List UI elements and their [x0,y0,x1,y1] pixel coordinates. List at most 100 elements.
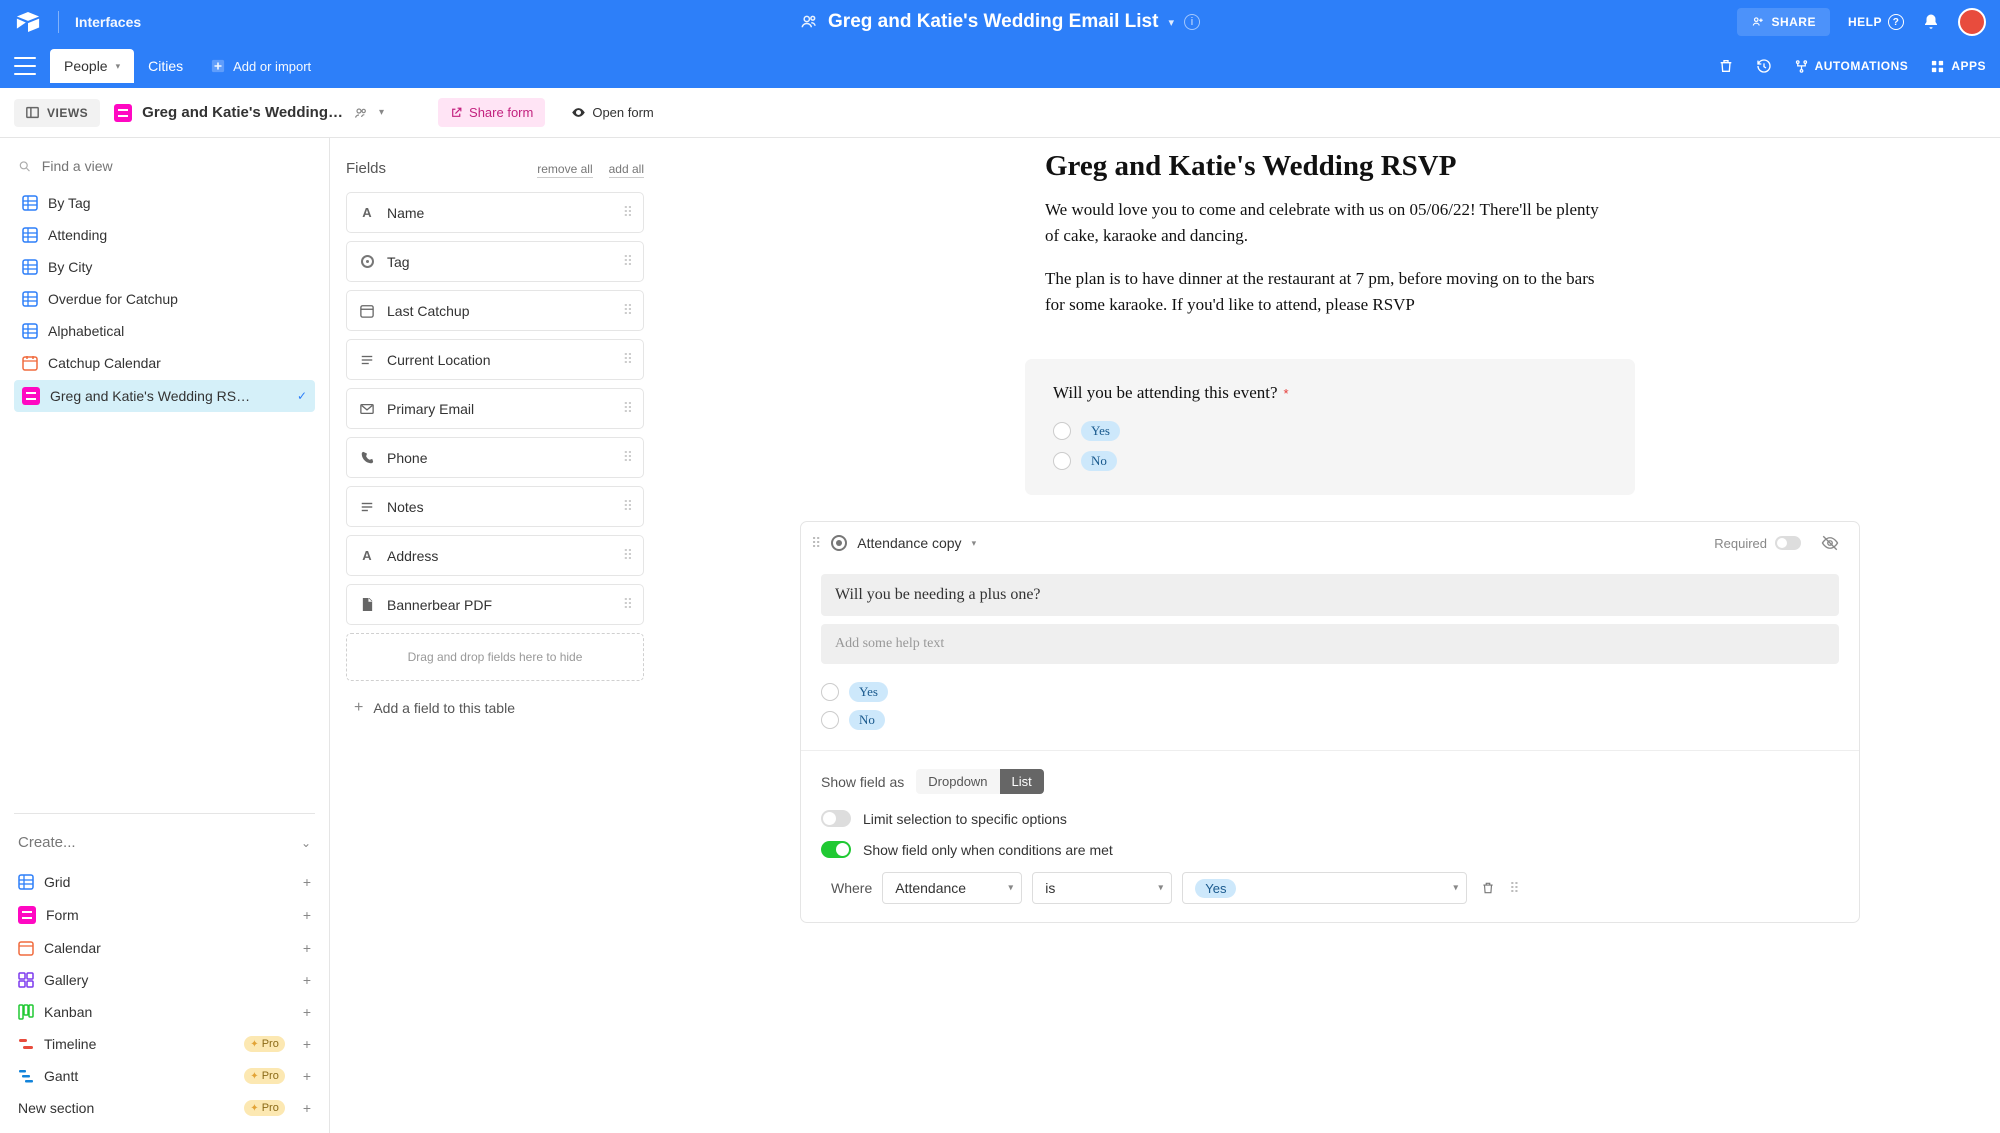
question-attendance[interactable]: Will you be attending this event? * Yes … [1025,359,1635,495]
field-editor-header: Attendance copy ▾ Required [801,522,1859,564]
radio-option-yes[interactable]: Yes [1053,421,1607,441]
views-label: VIEWS [47,106,88,120]
option-label: No [849,710,885,730]
field-tag[interactable]: Tag [346,241,644,282]
segment-dropdown[interactable]: Dropdown [916,769,999,794]
create-gallery[interactable]: Gallery + [14,965,315,995]
radio-icon[interactable] [1053,452,1071,470]
view-item-attending[interactable]: Attending [14,220,315,250]
required-toggle[interactable] [1775,536,1801,550]
view-item-by-tag[interactable]: By Tag [14,188,315,218]
field-last-catchup[interactable]: Last Catchup [346,290,644,331]
drag-handle-icon[interactable] [623,596,631,613]
kanban-icon [18,1004,34,1020]
tab-people[interactable]: People ▾ [50,49,134,83]
field-notes[interactable]: Notes [346,486,644,527]
drag-handle-icon[interactable] [623,204,631,221]
create-calendar[interactable]: Calendar + [14,933,315,963]
field-label: Name [387,205,424,221]
drag-handle-icon[interactable] [623,498,631,515]
plus-icon: + [354,699,363,717]
delete-condition-button[interactable] [1477,877,1499,899]
create-kanban[interactable]: Kanban + [14,997,315,1027]
share-form-button[interactable]: Share form [438,98,545,127]
create-section-header[interactable]: Create... ⌄ [14,828,315,857]
drag-handle-icon[interactable] [623,449,631,466]
base-title-area[interactable]: Greg and Katie's Wedding Email List ▾ i [800,11,1200,33]
open-form-button[interactable]: Open form [559,98,665,127]
editor-option-yes[interactable]: Yes [821,682,1839,702]
create-label: Timeline [44,1036,96,1052]
option-label: Yes [1081,421,1120,441]
field-name-label[interactable]: Attendance copy [857,535,961,551]
drag-handle-icon[interactable] [623,547,631,564]
view-item-alphabetical[interactable]: Alphabetical [14,316,315,346]
view-item-catchup-calendar[interactable]: Catchup Calendar [14,348,315,378]
show-conditions-toggle[interactable] [821,841,851,858]
user-avatar[interactable] [1958,8,1986,36]
add-or-import-button[interactable]: Add or import [211,59,311,74]
question-input[interactable] [821,574,1839,616]
notifications-icon[interactable] [1922,13,1940,31]
help-text-input[interactable] [821,624,1839,664]
field-phone[interactable]: Phone [346,437,644,478]
field-bannerbear-pdf[interactable]: Bannerbear PDF [346,584,644,625]
drag-handle-icon[interactable] [623,302,631,319]
remove-all-button[interactable]: remove all [537,162,592,178]
segment-list[interactable]: List [1000,769,1044,794]
create-grid[interactable]: Grid + [14,867,315,897]
radio-icon[interactable] [821,683,839,701]
radio-option-no[interactable]: No [1053,451,1607,471]
create-gantt[interactable]: Gantt Pro + [14,1061,315,1091]
app-logo-icon[interactable] [14,12,42,32]
visibility-off-icon[interactable] [1821,534,1839,552]
create-form[interactable]: Form + [14,899,315,931]
share-button[interactable]: SHARE [1737,8,1830,36]
field-name[interactable]: A Name [346,192,644,233]
radio-icon[interactable] [821,711,839,729]
automations-button[interactable]: AUTOMATIONS [1794,59,1909,74]
view-item-wedding-rsvp[interactable]: Greg and Katie's Wedding RS… ✓ [14,380,315,412]
view-item-by-city[interactable]: By City [14,252,315,282]
add-import-label: Add or import [233,59,311,74]
field-editor-body: Yes No [801,564,1859,750]
limit-selection-toggle[interactable] [821,810,851,827]
condition-field-select[interactable]: Attendance [882,872,1022,904]
add-field-button[interactable]: + Add a field to this table [346,681,644,725]
find-view-input[interactable] [42,158,311,174]
create-timeline[interactable]: Timeline Pro + [14,1029,315,1059]
field-current-location[interactable]: Current Location [346,339,644,380]
view-item-overdue[interactable]: Overdue for Catchup [14,284,315,314]
field-address[interactable]: A Address [346,535,644,576]
help-button[interactable]: HELP ? [1848,14,1904,30]
menu-icon[interactable] [14,57,36,75]
chevron-down-icon: ▾ [379,107,384,118]
field-primary-email[interactable]: Primary Email [346,388,644,429]
create-new-section[interactable]: New section Pro + [14,1093,315,1123]
chevron-down-icon[interactable]: ▾ [972,538,977,549]
add-all-button[interactable]: add all [609,162,644,178]
find-view-search[interactable] [14,152,315,188]
condition-value-select[interactable]: Yes [1182,872,1467,904]
history-icon[interactable] [1756,58,1772,74]
tab-cities[interactable]: Cities [134,49,197,83]
interfaces-link[interactable]: Interfaces [75,14,141,30]
hide-fields-dropzone[interactable]: Drag and drop fields here to hide [346,633,644,681]
form-header[interactable]: Greg and Katie's Wedding RSVP We would l… [1045,138,1615,359]
trash-icon[interactable] [1718,58,1734,74]
drag-handle-icon[interactable] [623,400,631,417]
current-view-title[interactable]: Greg and Katie's Wedding… ▾ [114,104,384,122]
tab-cities-label: Cities [148,58,183,74]
gallery-icon [18,972,34,988]
apps-button[interactable]: APPS [1930,59,1986,74]
radio-icon[interactable] [1053,422,1071,440]
editor-option-no[interactable]: No [821,710,1839,730]
drag-handle-icon[interactable] [811,535,821,552]
drag-handle-icon[interactable] [623,253,631,270]
drag-handle-icon[interactable] [623,351,631,368]
info-icon[interactable]: i [1184,14,1200,30]
views-button[interactable]: VIEWS [14,99,100,127]
condition-operator-select[interactable]: is [1032,872,1172,904]
select-value: Attendance [895,880,966,896]
drag-handle-icon[interactable] [1509,880,1519,897]
